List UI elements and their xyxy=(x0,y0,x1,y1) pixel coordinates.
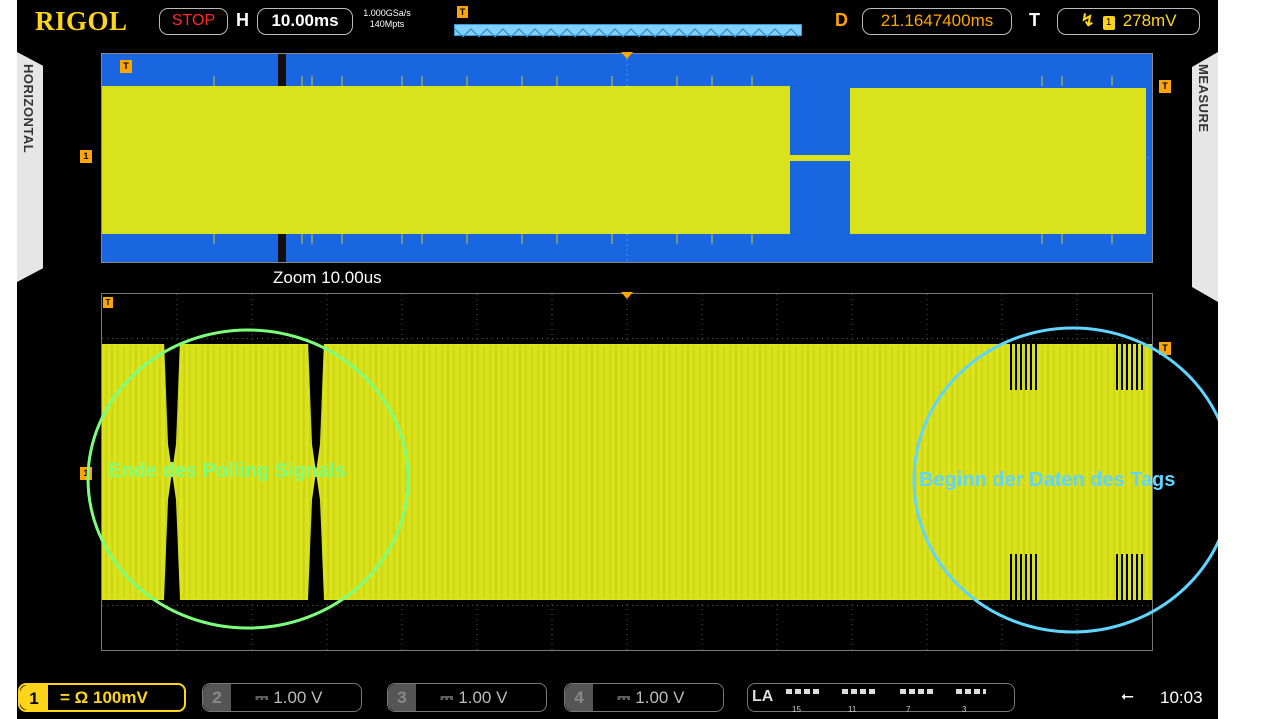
channel-4-number: 4 xyxy=(565,684,593,711)
trigger-label: T xyxy=(1029,10,1040,30)
channel-2-number: 2 xyxy=(203,684,231,711)
channel-2-button[interactable]: 2 ⎓ 1.00 V xyxy=(202,683,362,712)
channel-2-scale: ⎓ 1.00 V xyxy=(255,688,323,707)
la-index-3: 3 xyxy=(962,705,967,714)
signal-burst-2 xyxy=(850,88,1146,234)
polling-end-annotation: Ende des Polling Signals xyxy=(108,460,346,482)
zoom-ch1-offset-marker-icon[interactable]: 1 xyxy=(80,467,92,480)
logic-analyzer-button[interactable]: LA 15 11 7 3 xyxy=(747,683,1015,714)
channel-4-button[interactable]: 4 ⎓ 1.00 V xyxy=(564,683,724,712)
horizontal-tab-label: HORIZONTAL xyxy=(21,64,36,154)
rising-edge-icon: ↯ xyxy=(1080,11,1095,30)
trigger-settings[interactable]: ↯ 1 278mV xyxy=(1057,8,1200,35)
horizontal-label: H xyxy=(236,10,249,30)
run-status-indicator[interactable]: STOP xyxy=(159,8,228,35)
channel-3-scale: ⎓ 1.00 V xyxy=(440,688,508,707)
trigger-level: 278mV xyxy=(1122,11,1177,30)
usb-icon: ⭠ xyxy=(1121,688,1134,705)
channel-1-scale: = Ω 100mV xyxy=(60,688,148,707)
acquisition-info: 1.000GSa/s 140Mpts xyxy=(361,8,413,30)
trigger-source: 1 xyxy=(1102,16,1115,30)
main-waveform xyxy=(102,54,1152,262)
oscilloscope-screen: RIGOL STOP H 10.00ms 1.000GSa/s 140Mpts … xyxy=(17,0,1218,719)
logic-analyzer-label: LA xyxy=(752,688,774,705)
channel-1-button[interactable]: 1 = Ω 100mV xyxy=(18,683,186,712)
trigger-position-marker-icon: T xyxy=(457,6,468,18)
channel-3-number: 3 xyxy=(388,684,416,711)
system-clock: 10:03 xyxy=(1160,688,1203,707)
zoom-trigger-level-marker-icon[interactable]: T xyxy=(1159,342,1171,355)
channel-1-number: 1 xyxy=(20,685,48,710)
main-trigger-position-icon xyxy=(621,52,633,59)
horizontal-menu-tab[interactable]: HORIZONTAL xyxy=(17,52,43,282)
main-trigger-level-marker-icon[interactable]: T xyxy=(1159,80,1171,93)
channel-4-scale: ⎓ 1.00 V xyxy=(617,688,685,707)
measure-tab-label: MEASURE xyxy=(1196,64,1211,133)
main-trigger-time-marker-icon: T xyxy=(120,60,132,73)
la-index-11: 11 xyxy=(848,705,857,714)
measure-menu-tab[interactable]: MEASURE xyxy=(1192,52,1218,302)
ch1-offset-marker-icon[interactable]: 1 xyxy=(80,150,92,163)
rigol-logo: RIGOL xyxy=(35,6,128,36)
timebase-value[interactable]: 10.00ms xyxy=(257,8,353,35)
delay-label: D xyxy=(835,10,848,30)
signal-burst-1 xyxy=(102,86,790,234)
sample-rate: 1.000GSa/s xyxy=(363,8,411,18)
channel-3-button[interactable]: 3 ⎓ 1.00 V xyxy=(387,683,547,712)
zoom-trigger-position-icon xyxy=(621,292,633,299)
memory-depth: 140Mpts xyxy=(369,19,405,29)
la-index-7: 7 xyxy=(906,705,911,714)
delay-value[interactable]: 21.1647400ms xyxy=(862,8,1012,35)
memory-buffer-bar xyxy=(454,24,802,38)
zoom-timebase-label: Zoom 10.00us xyxy=(273,268,382,287)
tag-data-start-annotation: Beginn der Daten des Tags xyxy=(919,469,1176,491)
signal-gap-line xyxy=(790,155,850,161)
logic-channel-dots xyxy=(786,689,986,694)
la-index-15: 15 xyxy=(792,705,801,714)
main-waveform-window[interactable] xyxy=(101,53,1153,263)
buffer-pattern xyxy=(454,28,800,38)
zoom-trigger-time-marker-icon: T xyxy=(103,297,113,308)
